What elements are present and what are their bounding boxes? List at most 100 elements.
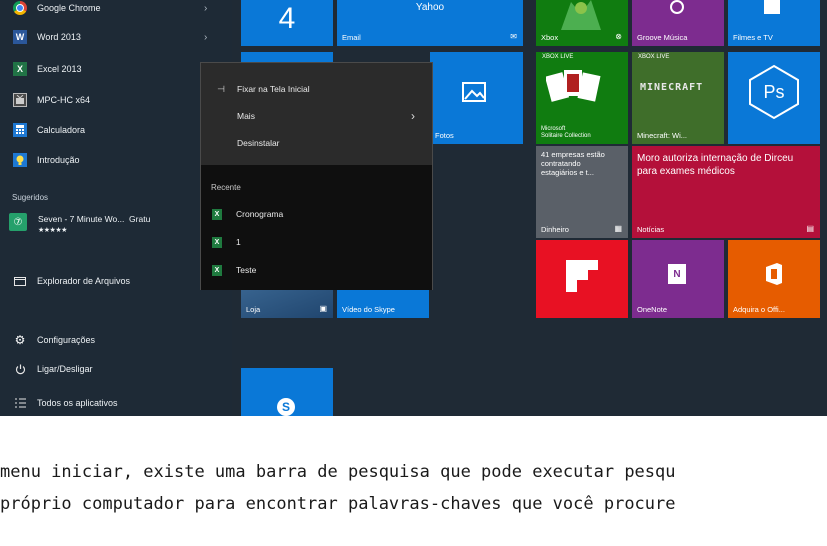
onenote-tile[interactable]: N OneNote <box>632 240 724 318</box>
recent-section: Recente X Cronograma X 1 X Teste <box>201 165 432 290</box>
app-item-label: Excel 2013 <box>37 64 82 74</box>
tile-label: Vídeo do Skype <box>342 305 395 314</box>
groove-tile[interactable]: Groove Música <box>632 0 724 46</box>
flipboard-tile[interactable] <box>536 240 628 318</box>
app-item-word-2013[interactable]: W Word 2013 › <box>0 24 232 50</box>
photo-icon <box>462 82 486 102</box>
minecraft-tile[interactable]: XBOX LIVE MINECRAFT Minecraft: Wi... <box>632 52 724 144</box>
calendar-date: 4 <box>278 2 296 35</box>
chevron-right-icon: › <box>411 109 415 123</box>
rating-stars: ★★★★★ <box>38 227 67 234</box>
recent-item[interactable]: X Teste <box>201 258 432 282</box>
start-menu-screenshot: Google Chrome › W Word 2013 › X Excel 20… <box>0 0 827 416</box>
recent-item-label: 1 <box>236 237 241 247</box>
filmes-tile[interactable]: Filmes e TV <box>728 0 820 46</box>
tile-label: Loja <box>246 305 261 314</box>
groove-icon <box>670 0 684 14</box>
suggested-app-seven[interactable]: ⑦ Seven - 7 Minute Wo... Gratu ★★★★★ <box>0 203 232 237</box>
office-tile[interactable]: Adquira o Offi... <box>728 240 820 318</box>
tile-label: Email <box>342 33 361 42</box>
recent-item[interactable]: X 1 <box>201 230 432 254</box>
tile-label: Minecraft: Wi... <box>637 131 688 140</box>
app-item-label: Word 2013 <box>37 32 81 42</box>
app-item-mpc-hc[interactable]: MPC-HC x64 <box>0 87 232 113</box>
tile-label: Xbox <box>541 33 559 42</box>
minecraft-logo: MINECRAFT <box>640 82 704 93</box>
app-item-label: Google Chrome <box>37 3 101 13</box>
app-item-introducao[interactable]: Introdução <box>0 147 232 173</box>
pin-icon: ⊣ <box>217 83 225 94</box>
mpc-icon <box>13 93 27 107</box>
tile-label: Microsoft Solitaire Collection <box>541 126 591 139</box>
excel-icon: X <box>13 62 27 76</box>
fotos-tile[interactable]: Fotos <box>430 52 523 144</box>
lightbulb-icon <box>13 153 27 167</box>
tile-label: Dinheiro <box>541 225 569 234</box>
recent-item-label: Teste <box>236 265 257 275</box>
excel-file-icon: X <box>212 236 222 248</box>
suggested-section-label: Sugeridos <box>12 193 49 202</box>
app-item-label: Todos os aplicativos <box>37 398 118 408</box>
tile-label: Notícias <box>637 225 665 234</box>
onenote-icon: N <box>668 264 686 284</box>
email-tile[interactable]: Yahoo Email ✉ <box>337 0 523 46</box>
menu-item-label: Desinstalar <box>237 138 280 148</box>
xbox-live-badge: XBOX LIVE <box>542 54 574 60</box>
skype-tile[interactable]: S <box>241 368 333 416</box>
cards-art <box>546 70 601 102</box>
app-item-label: Explorador de Arquivos <box>37 276 131 286</box>
yahoo-text: Yahoo <box>415 2 445 13</box>
tile-label: Fotos <box>435 131 454 140</box>
app-item-google-chrome[interactable]: Google Chrome › <box>0 0 232 21</box>
app-item-label: Configurações <box>37 335 96 345</box>
flipboard-icon <box>566 260 598 292</box>
xbox-tile[interactable]: Xbox ⊗ <box>536 0 628 46</box>
menu-item-more[interactable]: Mais › <box>201 104 432 128</box>
mail-icon: ✉ <box>510 32 517 41</box>
gear-icon: ⚙ <box>14 333 26 347</box>
menu-item-uninstall[interactable]: Desinstalar <box>201 131 432 155</box>
skype-video-tile[interactable]: Vídeo do Skype <box>337 288 429 318</box>
solitaire-tile[interactable]: XBOX LIVE Microsoft Solitaire Collection <box>536 52 628 144</box>
chart-icon: ▦ <box>614 224 622 233</box>
caption-line-2: próprio computador para encontrar palavr… <box>0 494 676 514</box>
suggested-app-title: Seven - 7 Minute Wo... Gratu <box>38 214 150 224</box>
caption-line-1: menu iniciar, existe uma barra de pesqui… <box>0 462 676 482</box>
xbox-character-art <box>561 0 601 30</box>
menu-item-label: Mais <box>237 111 255 121</box>
recent-item[interactable]: X Cronograma <box>201 202 432 226</box>
app-item-ligar-desligar[interactable]: Ligar/Desligar <box>0 356 232 382</box>
chevron-right-icon[interactable]: › <box>204 32 207 43</box>
xbox-live-badge: XBOX LIVE <box>638 54 670 60</box>
app-item-explorador[interactable]: Explorador de Arquivos › <box>0 268 232 294</box>
photoshop-tile[interactable]: Ps <box>728 52 820 144</box>
app-item-excel-2013[interactable]: X Excel 2013 › <box>0 56 232 82</box>
calendar-tile[interactable]: 4 <box>241 0 333 46</box>
office-icon <box>766 263 782 285</box>
calculator-icon <box>13 123 27 137</box>
chevron-right-icon[interactable]: › <box>204 3 207 14</box>
app-item-calculadora[interactable]: Calculadora <box>0 117 232 143</box>
film-icon <box>764 0 780 14</box>
tile-label: Groove Música <box>637 33 688 42</box>
news-icon: ▤ <box>806 224 814 233</box>
app-item-label: Calculadora <box>37 125 86 135</box>
app-item-label: MPC-HC x64 <box>37 95 91 105</box>
app-item-label: Introdução <box>37 155 80 165</box>
menu-item-label: Fixar na Tela Inicial <box>237 84 310 94</box>
news-headline: Moro autoriza internação de Dirceu para … <box>637 153 794 177</box>
recent-item-label: Cronograma <box>236 209 284 219</box>
list-icon <box>13 396 27 410</box>
tile-label: OneNote <box>637 305 668 314</box>
excel-file-icon: X <box>212 208 222 220</box>
dinheiro-headline: 41 empresas estão contratando estagiário… <box>541 150 605 177</box>
tile-label: Filmes e TV <box>733 33 773 42</box>
photoshop-letters: Ps <box>763 82 785 102</box>
noticias-tile[interactable]: Moro autoriza internação de Dirceu para … <box>632 146 820 238</box>
excel-file-icon: X <box>212 264 222 276</box>
menu-item-pin-to-start[interactable]: ⊣ Fixar na Tela Inicial <box>201 77 432 101</box>
dinheiro-tile[interactable]: 41 empresas estão contratando estagiário… <box>536 146 628 238</box>
app-item-todos-aplicativos[interactable]: Todos os aplicativos <box>0 390 232 416</box>
folder-icon <box>13 274 27 288</box>
app-item-configuracoes[interactable]: ⚙ Configurações <box>0 327 232 353</box>
